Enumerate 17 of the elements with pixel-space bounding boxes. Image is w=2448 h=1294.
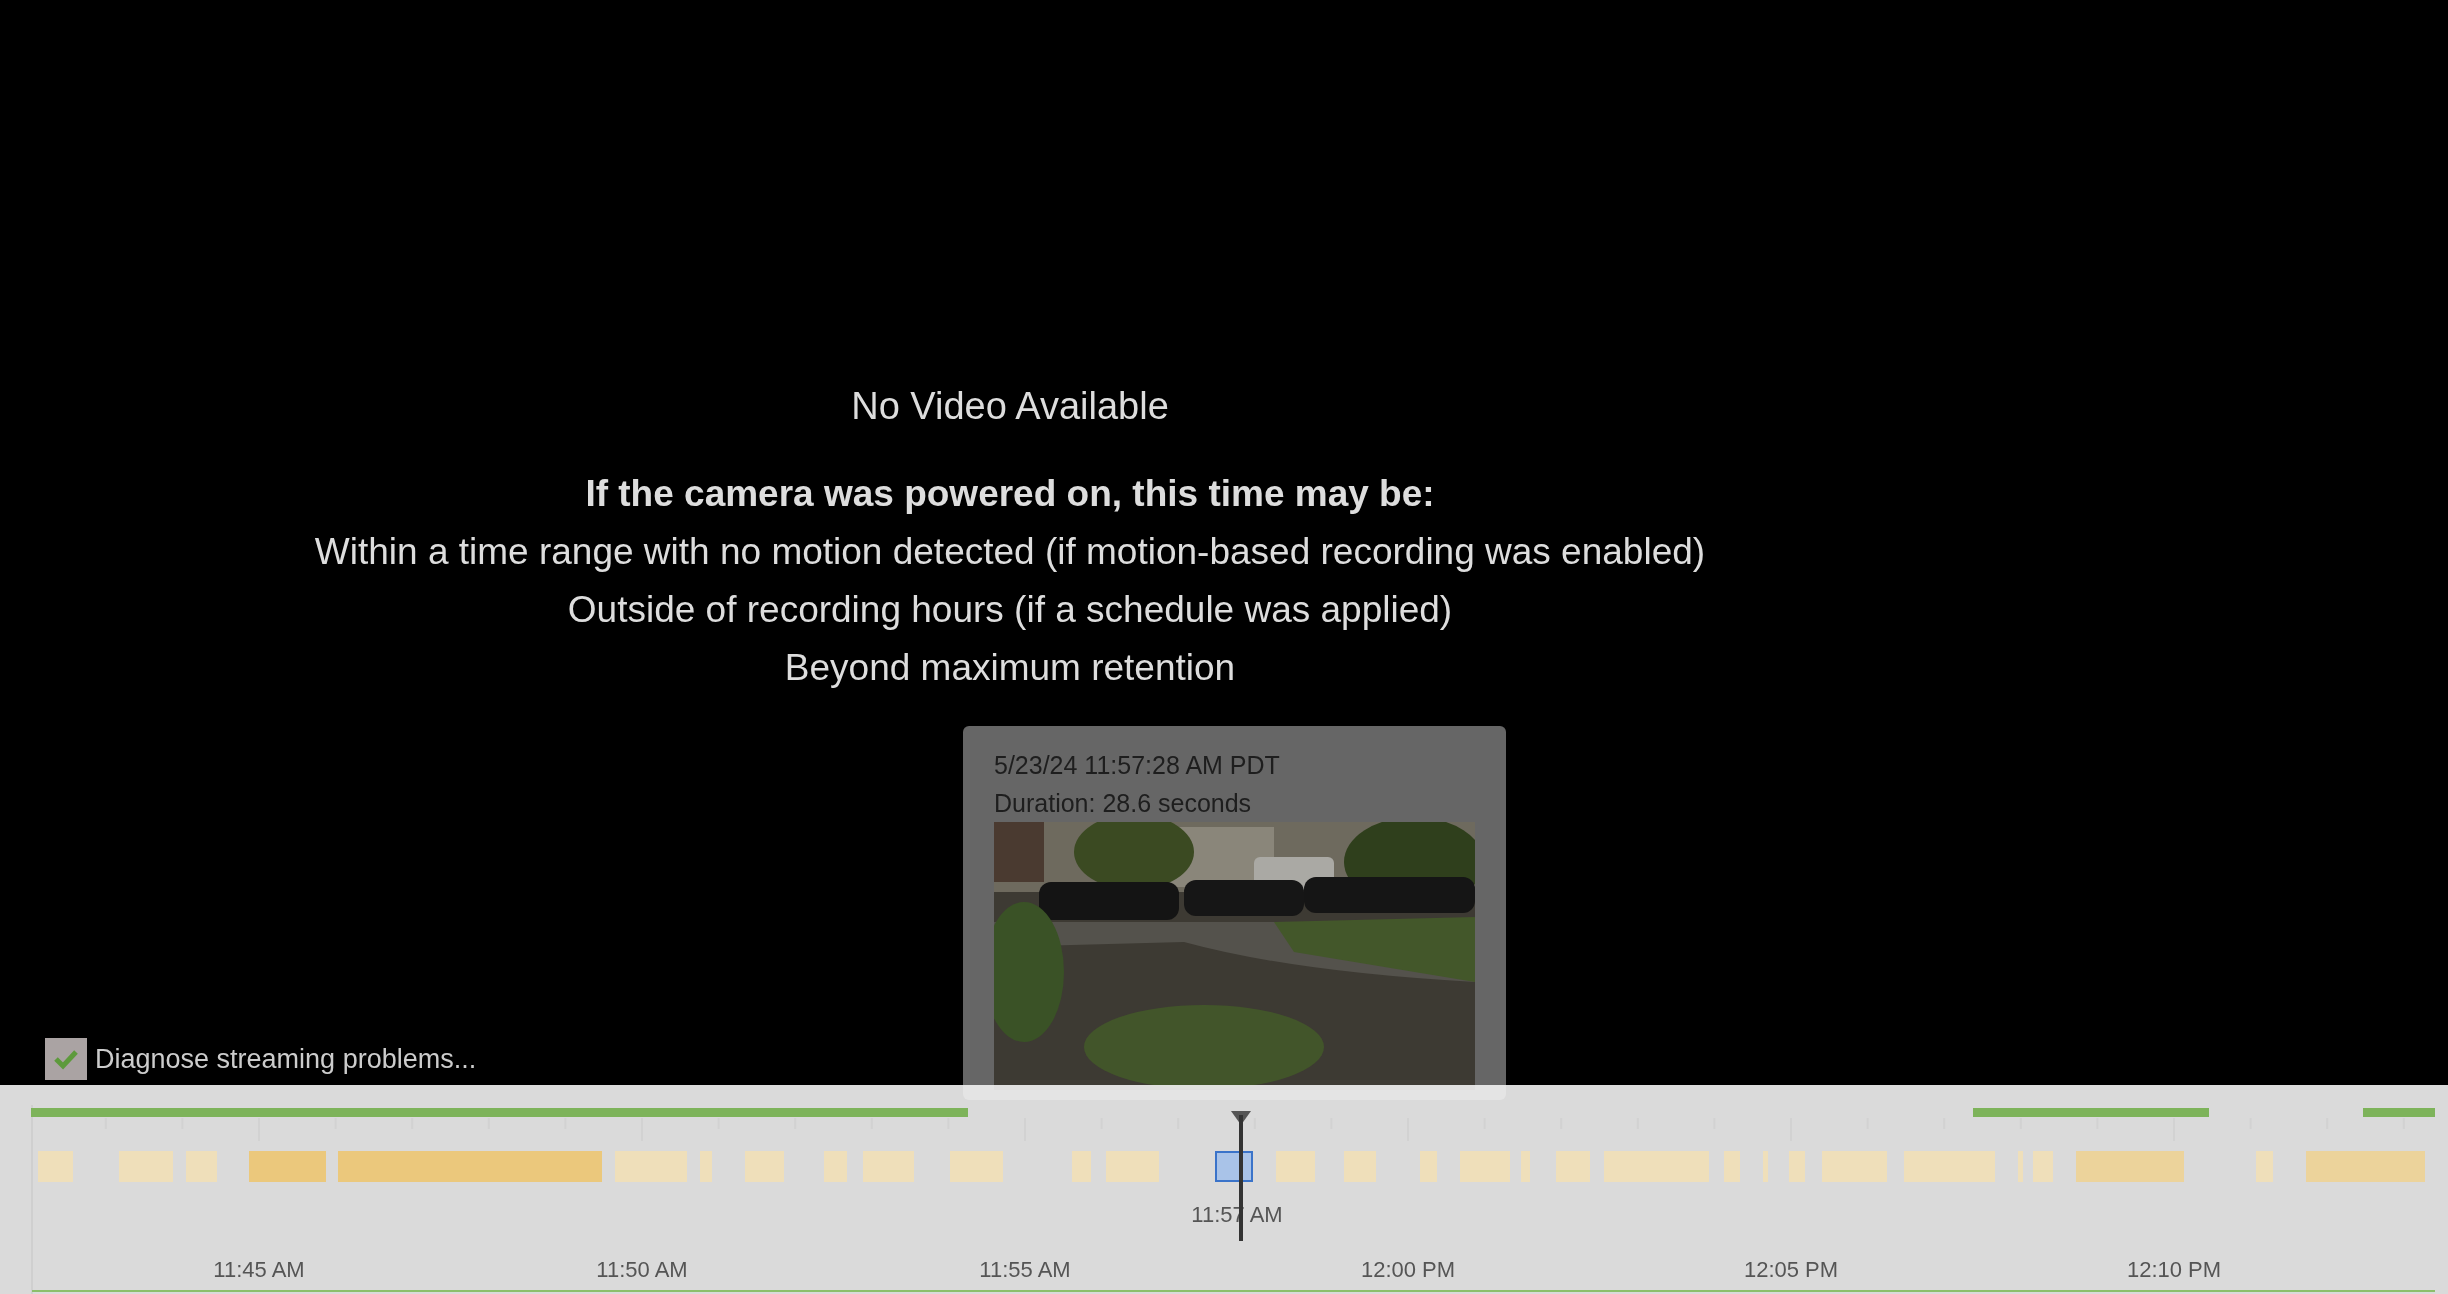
time-label: 11:45 AM: [213, 1257, 305, 1282]
time-label: 11:55 AM: [979, 1257, 1071, 1282]
timestamp-text: 5/23/24 11:57:28 AM PDT: [994, 750, 1281, 781]
time-label: 12:00 PM: [1360, 1257, 1456, 1282]
explanation-line: Outside of recording hours (if a schedule was applied): [566, 588, 1454, 632]
duration-text: Duration: 28.6 seconds: [994, 788, 1253, 819]
selected-event-block[interactable]: [1215, 1151, 1253, 1182]
checkmark-icon: [53, 1048, 79, 1070]
time-label: 12:10 PM: [2126, 1257, 2222, 1282]
explanation-line: Beyond maximum retention: [783, 646, 1237, 690]
time-label: 11:50 AM: [596, 1257, 688, 1282]
diagnose-label[interactable]: Diagnose streaming problems...: [95, 1038, 477, 1080]
no-video-message: No Video Available: [850, 384, 1170, 429]
time-label: 12:05 PM: [1743, 1257, 1839, 1282]
checkbox[interactable]: [45, 1038, 87, 1080]
explanation-heading: If the camera was powered on, this time may be:: [584, 472, 1436, 516]
explanation-line: Within a time range with no motion detected (if motion-based recording was enabled): [313, 530, 1707, 574]
